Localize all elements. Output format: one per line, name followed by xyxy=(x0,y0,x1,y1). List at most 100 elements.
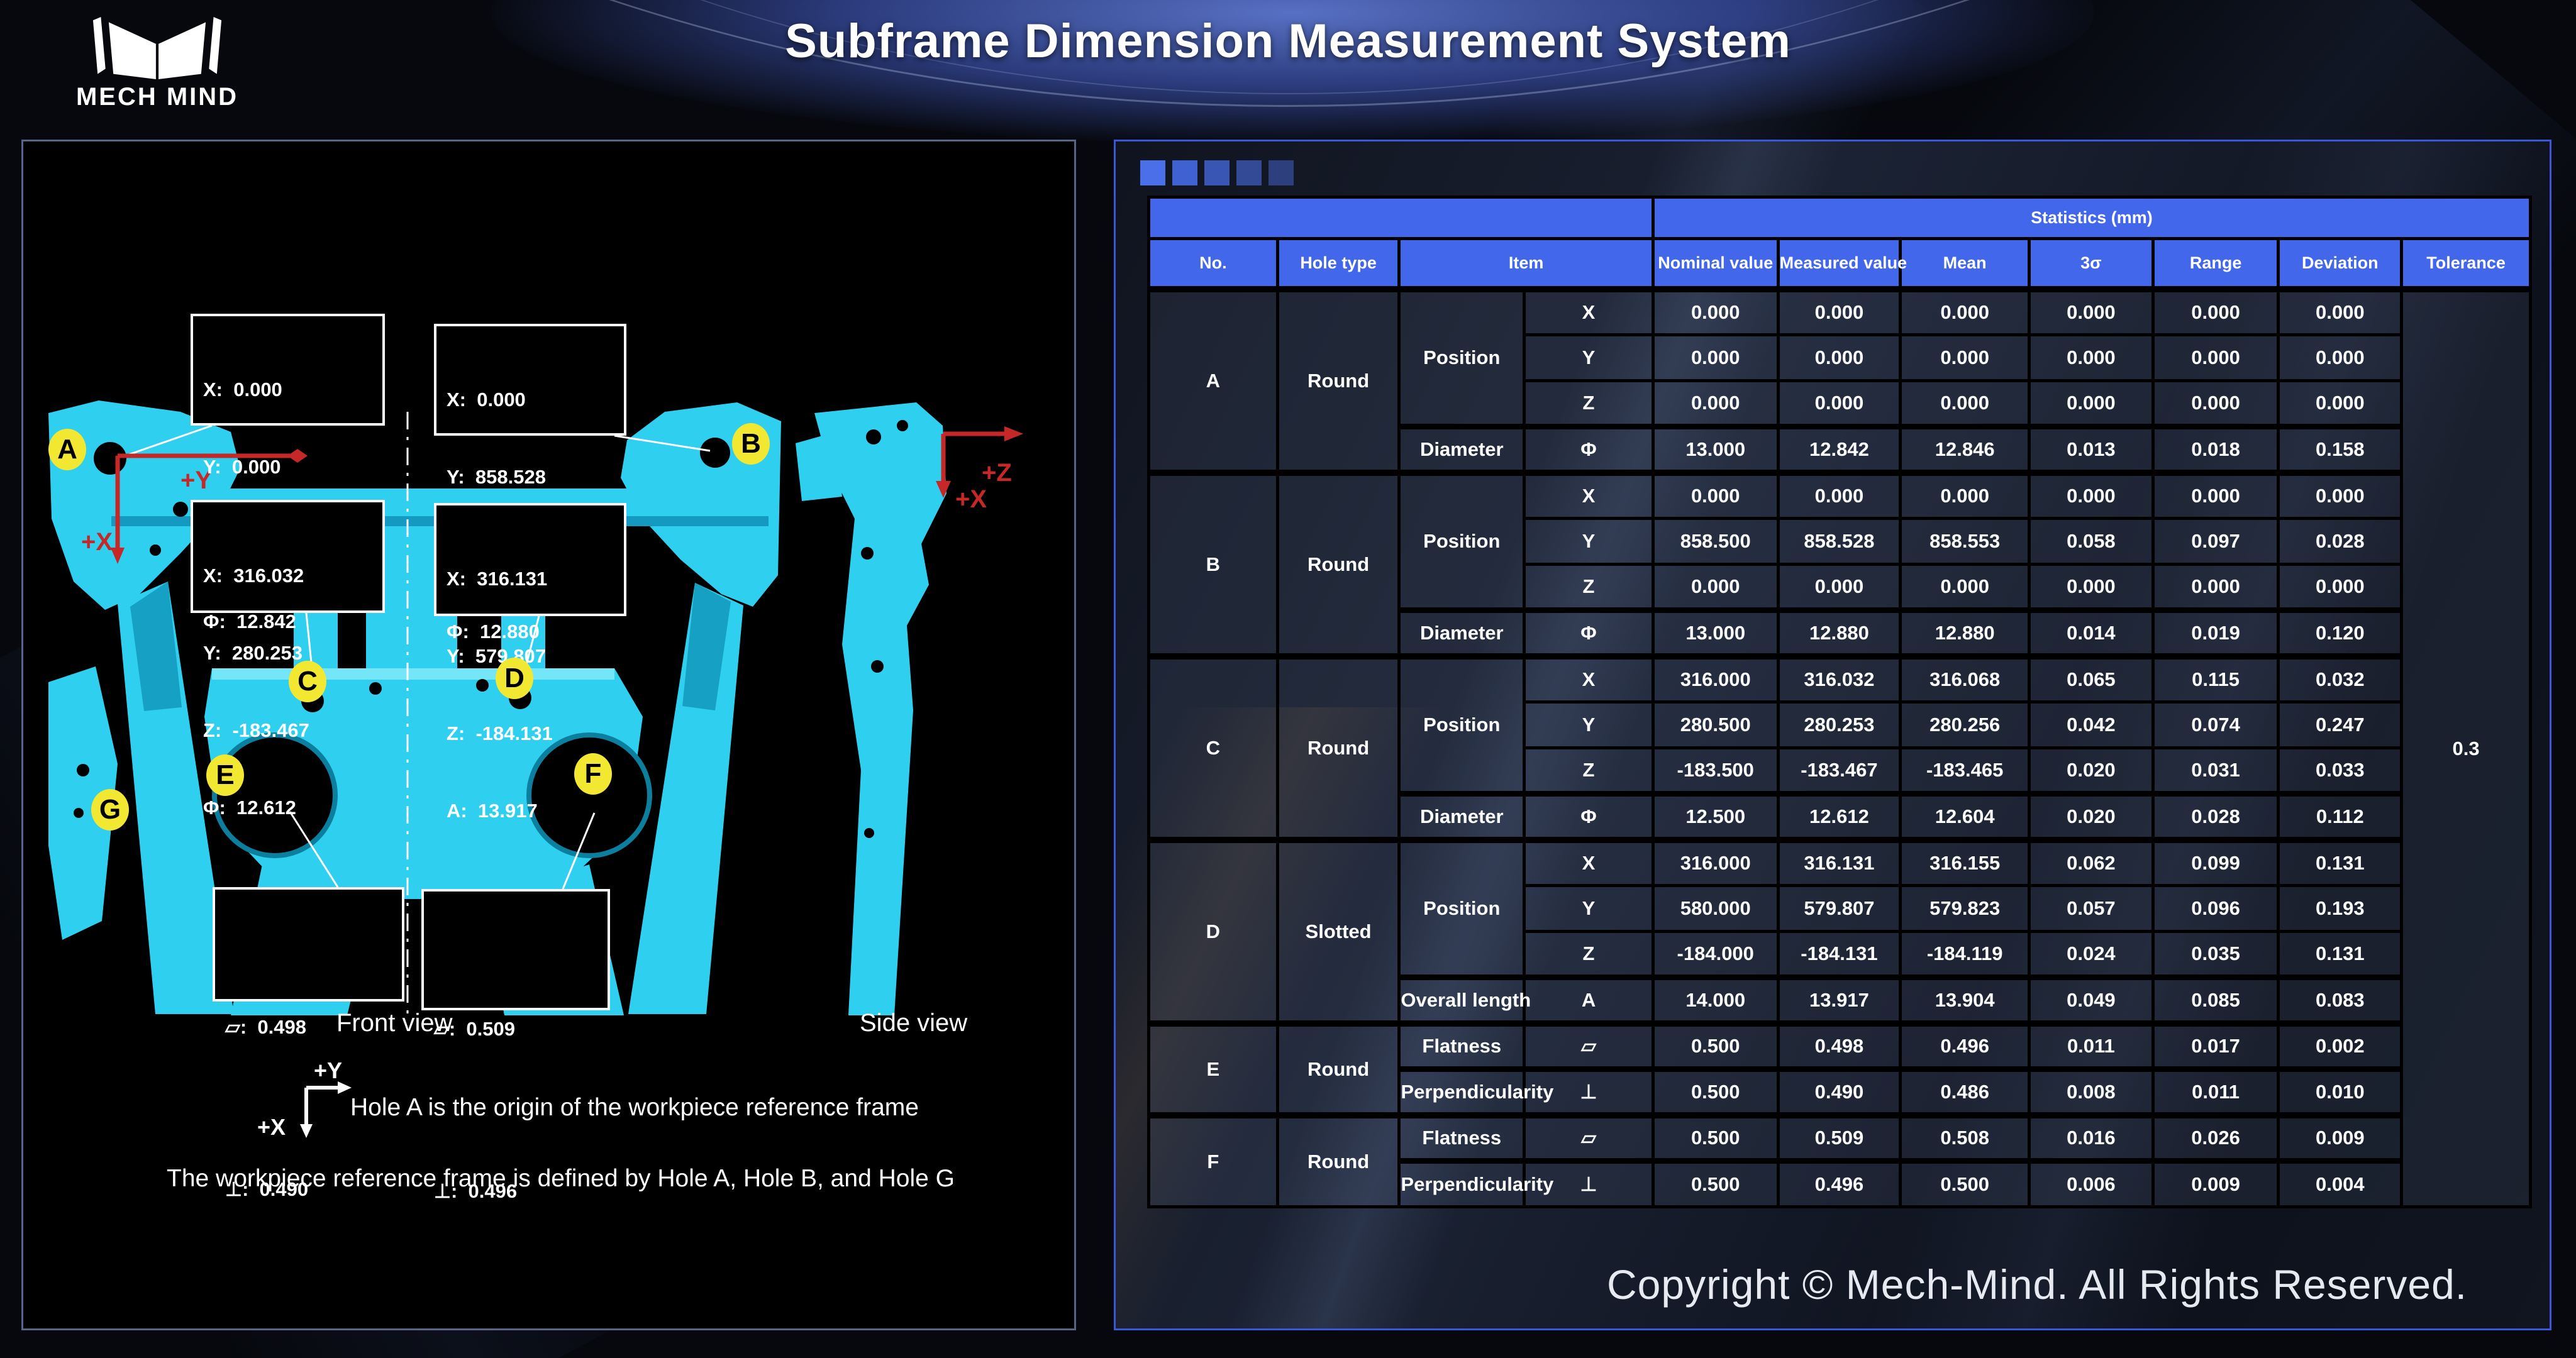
table-cell: X xyxy=(1524,656,1653,702)
table-cell: 0.496 xyxy=(1901,1024,2029,1069)
table-cell: 0.006 xyxy=(2029,1161,2153,1207)
callout-line: X: 316.131 xyxy=(447,566,624,592)
table-cell: 0.115 xyxy=(2153,656,2279,702)
table-cell: Diameter xyxy=(1399,794,1524,840)
table-cell: 12.842 xyxy=(1778,427,1901,473)
callout-line: X: 316.032 xyxy=(203,563,382,588)
callout-line: Z: -183.467 xyxy=(203,717,382,743)
table-cell: 579.823 xyxy=(1901,886,2029,932)
table-cell: F xyxy=(1149,1115,1278,1207)
statistics-panel: Statistics (mm) No. Hole type Item Nomin… xyxy=(1114,140,2551,1330)
table-cell: Position xyxy=(1399,840,1524,978)
decoration-squares xyxy=(1140,160,1294,185)
table-cell: 280.256 xyxy=(1901,702,2029,748)
table-cell: 0.000 xyxy=(1901,289,2029,335)
table-cell: Flatness xyxy=(1399,1115,1524,1161)
table-cell: 280.500 xyxy=(1653,702,1778,748)
table-cell: 0.009 xyxy=(2153,1161,2279,1207)
table-row: FRoundFlatness▱0.5000.5090.5080.0160.026… xyxy=(1149,1115,2531,1161)
table-cell: 0.074 xyxy=(2153,702,2279,748)
table-cell: 0.131 xyxy=(2279,932,2402,978)
table-cell: 0.3 xyxy=(2402,289,2531,1207)
table-cell: 0.000 xyxy=(2153,473,2279,519)
table-cell: D xyxy=(1149,840,1278,1024)
table-group-header-row: Statistics (mm) xyxy=(1149,197,2531,239)
decoration-square xyxy=(1204,160,1230,185)
table-cell: 0.018 xyxy=(2153,427,2279,473)
table-cell: 0.026 xyxy=(2153,1115,2279,1161)
table-cell: X xyxy=(1524,473,1653,519)
table-cell: 0.083 xyxy=(2279,978,2402,1024)
table-cell: X xyxy=(1524,289,1653,335)
table-cell: Y xyxy=(1524,702,1653,748)
table-cell: -183.465 xyxy=(1901,748,2029,794)
subframe-side-view xyxy=(796,402,947,1015)
table-cell: -184.119 xyxy=(1901,932,2029,978)
callout-line: Y: 858.528 xyxy=(447,464,624,490)
col-header-range: Range xyxy=(2153,239,2279,289)
table-row: ARoundPositionX0.0000.0000.0000.0000.000… xyxy=(1149,289,2531,335)
table-cell: 316.131 xyxy=(1778,840,1901,886)
table-cell: 0.096 xyxy=(2153,886,2279,932)
table-cell: 0.000 xyxy=(1901,473,2029,519)
table-cell: 0.000 xyxy=(1778,473,1901,519)
callout-hole-c: X: 316.032 Y: 280.253 Z: -183.467 Φ: 12.… xyxy=(191,500,385,613)
table-cell: Z xyxy=(1524,381,1653,427)
table-cell: 0.031 xyxy=(2153,748,2279,794)
table-cell: 0.000 xyxy=(1653,335,1778,381)
side-view-label: Side view xyxy=(860,1009,967,1037)
callout-line: Φ: 12.612 xyxy=(203,795,382,820)
col-header-no: No. xyxy=(1149,239,1278,289)
note-origin: Hole A is the origin of the workpiece re… xyxy=(350,1094,919,1122)
table-cell: Round xyxy=(1277,1115,1399,1207)
hole-label-g: G xyxy=(91,789,129,831)
table-cell: 0.000 xyxy=(1901,565,2029,610)
side-view-axes: +Z +X xyxy=(936,426,1023,513)
table-cell: 0.097 xyxy=(2153,519,2279,565)
table-cell: -183.467 xyxy=(1778,748,1901,794)
table-cell: Z xyxy=(1524,565,1653,610)
table-cell: 0.000 xyxy=(2279,335,2402,381)
decoration-square xyxy=(1236,160,1262,185)
table-cell: 0.019 xyxy=(2153,610,2279,656)
note-reference-frame: The workpiece reference frame is defined… xyxy=(167,1165,955,1193)
table-cell: 0.099 xyxy=(2153,840,2279,886)
table-cell: 0.496 xyxy=(1778,1161,1901,1207)
table-cell: A xyxy=(1524,978,1653,1024)
table-cell: 0.509 xyxy=(1778,1115,1901,1161)
table-cell: 0.000 xyxy=(1653,289,1778,335)
table-cell: 0.014 xyxy=(2029,610,2153,656)
table-cell: 316.000 xyxy=(1653,656,1778,702)
table-cell: 0.247 xyxy=(2279,702,2402,748)
hole-label-a: A xyxy=(48,429,86,470)
table-cell: 0.000 xyxy=(1778,335,1901,381)
table-cell: 0.500 xyxy=(1653,1024,1778,1069)
table-cell: 0.000 xyxy=(1653,565,1778,610)
decoration-square xyxy=(1172,160,1197,185)
table-cell: -184.000 xyxy=(1653,932,1778,978)
hole-a xyxy=(94,442,126,475)
table-cell: Position xyxy=(1399,656,1524,794)
hole-label-b: B xyxy=(732,423,770,465)
table-cell: Z xyxy=(1524,748,1653,794)
table-cell: 0.000 xyxy=(1778,289,1901,335)
table-cell: 0.011 xyxy=(2029,1024,2153,1069)
hole-b xyxy=(700,438,730,468)
table-cell: 316.032 xyxy=(1778,656,1901,702)
callout-hole-d: X: 316.131 Y: 579.807 Z: -184.131 A: 13.… xyxy=(434,503,626,616)
table-cell: 0.085 xyxy=(2153,978,2279,1024)
callout-hole-b: X: 0.000 Y: 858.528 Z: 0.000 Φ: 12.880 xyxy=(434,324,626,436)
table-cell: 858.500 xyxy=(1653,519,1778,565)
callout-hole-e: ▱: 0.498 ⊥: 0.490 xyxy=(213,887,404,1002)
table-cell: 0.000 xyxy=(2153,335,2279,381)
callout-hole-a: X: 0.000 Y: 0.000 Z: 0.000 Φ: 12.842 xyxy=(191,314,385,426)
table-cell: 13.904 xyxy=(1901,978,2029,1024)
table-cell: Overall length xyxy=(1399,978,1524,1024)
callout-hole-f: ▱: 0.509 ⊥: 0.496 xyxy=(421,889,610,1010)
table-cell: 0.000 xyxy=(2279,565,2402,610)
table-cell: Position xyxy=(1399,289,1524,427)
logo-text: MECH MIND xyxy=(53,83,261,111)
table-cell: 0.042 xyxy=(2029,702,2153,748)
page-title: Subframe Dimension Measurement System xyxy=(0,14,2576,69)
table-cell: 0.000 xyxy=(2029,473,2153,519)
